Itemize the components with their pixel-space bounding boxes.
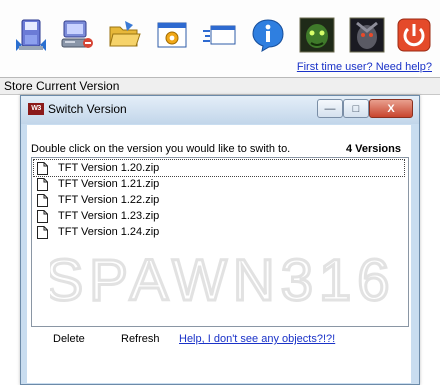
title-bar[interactable]: W3 Switch Version — □ X (21, 96, 419, 124)
maximize-button[interactable]: □ (343, 99, 369, 118)
close-icon: X (387, 102, 395, 115)
status-strip: Store Current Version (0, 78, 440, 95)
undead-portrait-icon[interactable] (298, 16, 336, 54)
store-version-icon[interactable] (12, 16, 50, 54)
version-list-item[interactable]: TFT Version 1.20.zip (33, 159, 405, 177)
info-icon[interactable] (249, 16, 287, 54)
missing-objects-help-link[interactable]: Help, I don't see any objects?!?! (179, 333, 335, 345)
app-icon: W3 (28, 103, 44, 115)
file-icon (37, 161, 48, 175)
fast-window-icon[interactable] (200, 16, 238, 54)
version-file-name: TFT Version 1.22.zip (58, 194, 160, 206)
settings-window-icon[interactable] (153, 16, 191, 54)
power-icon[interactable] (395, 16, 433, 54)
switch-version-window: W3 Switch Version — □ X Double click on … (20, 95, 420, 385)
window-client-area: Double click on the version you would li… (27, 125, 411, 383)
version-list[interactable]: SPAWN316 TFT Version 1.20.zip TFT Version… (31, 157, 409, 327)
watermark-text: SPAWN316 (50, 248, 390, 312)
status-text: Store Current Version (4, 79, 120, 93)
version-list-item[interactable]: TFT Version 1.22.zip (34, 192, 404, 208)
watermark: SPAWN316 (50, 247, 390, 313)
toolbar: First time user? Need help? (0, 0, 440, 78)
version-file-name: TFT Version 1.21.zip (58, 178, 160, 190)
version-file-name: TFT Version 1.23.zip (58, 210, 160, 222)
version-file-name: TFT Version 1.24.zip (58, 226, 160, 238)
computer-icon[interactable] (59, 16, 97, 54)
version-list-item[interactable]: TFT Version 1.23.zip (34, 208, 404, 224)
window-title: Switch Version (48, 102, 127, 116)
refresh-button[interactable]: Refresh (121, 333, 160, 345)
open-folder-icon[interactable] (106, 16, 144, 54)
need-help-link[interactable]: First time user? Need help? (297, 61, 432, 73)
version-list-item[interactable]: TFT Version 1.24.zip (34, 224, 404, 240)
maximize-icon: □ (352, 102, 360, 115)
delete-button[interactable]: Delete (53, 333, 85, 345)
minimize-button[interactable]: — (317, 99, 343, 118)
version-file-name: TFT Version 1.20.zip (58, 162, 160, 174)
version-count: 4 Versions (345, 143, 401, 155)
version-list-item[interactable]: TFT Version 1.21.zip (34, 176, 404, 192)
instruction-text: Double click on the version you would li… (31, 143, 291, 155)
close-button[interactable]: X (369, 99, 413, 118)
file-icon (37, 193, 48, 207)
file-icon (37, 209, 48, 223)
minimize-icon: — (324, 102, 336, 115)
file-icon (37, 177, 48, 191)
file-icon (37, 225, 48, 239)
orc-portrait-icon[interactable] (348, 16, 386, 54)
